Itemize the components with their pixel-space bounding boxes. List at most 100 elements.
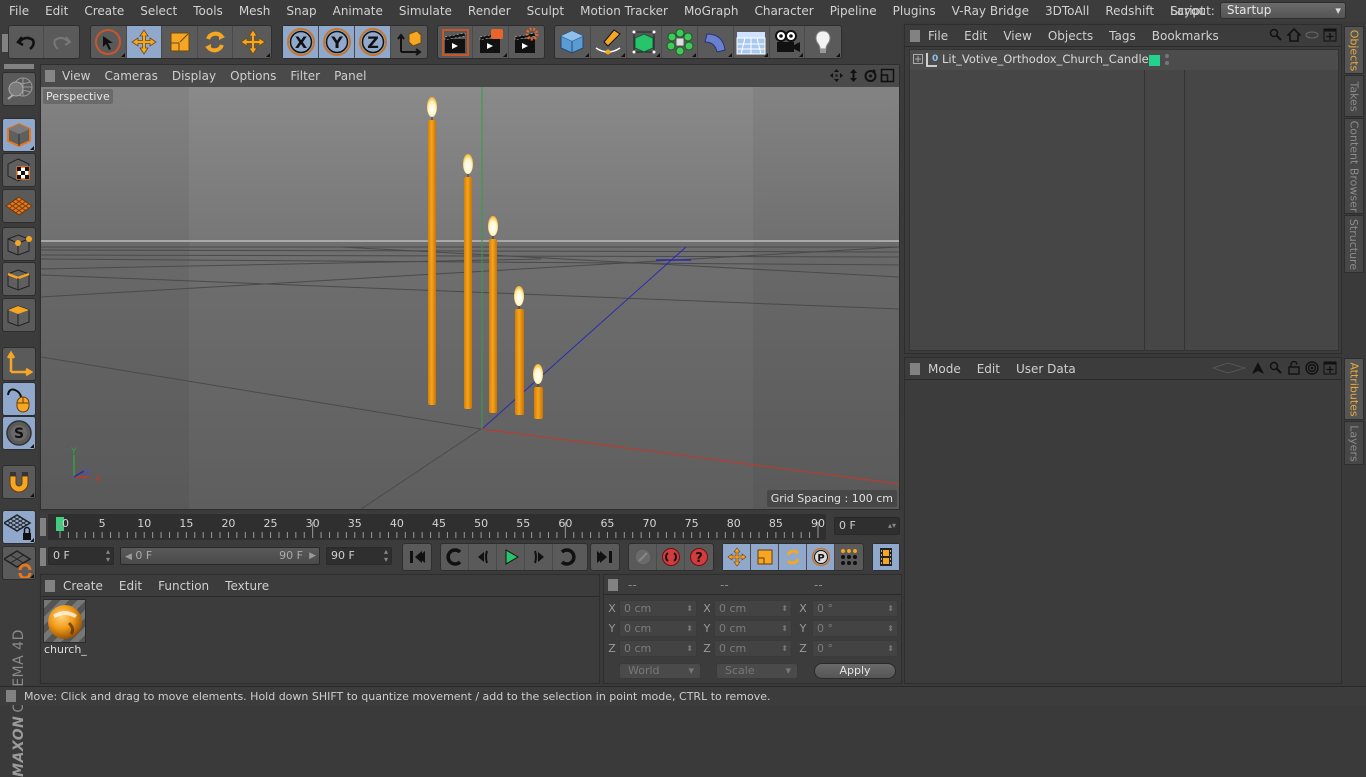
viewport-menu-filter[interactable]: Filter — [283, 69, 327, 83]
objects-menu-file[interactable]: File — [920, 29, 956, 43]
undo-button[interactable] — [9, 26, 45, 58]
render-settings-button[interactable] — [509, 26, 544, 58]
pan-view-icon[interactable] — [829, 68, 844, 83]
scale-key-button[interactable] — [751, 544, 779, 570]
size-y-field[interactable]: 0 cm ⬍ — [714, 620, 792, 637]
timeline-window-button[interactable] — [873, 544, 899, 570]
tab-objects[interactable]: Objects — [1344, 26, 1364, 74]
spinner-icon[interactable]: ⬍ — [887, 601, 894, 616]
next-key-button[interactable] — [553, 544, 581, 570]
new-panel-icon[interactable] — [1323, 28, 1337, 42]
expand-plus-icon[interactable] — [913, 54, 925, 66]
workplane-mode-button[interactable] — [2, 189, 36, 223]
viewport-menu-panel[interactable]: Panel — [327, 69, 373, 83]
palette-grip[interactable] — [4, 64, 34, 69]
viewport-menu-view[interactable]: View — [55, 69, 97, 83]
rotation-z-field[interactable]: 0 ° ⬍ — [812, 640, 898, 657]
snapping-button[interactable] — [2, 465, 36, 499]
menu-edit[interactable]: Edit — [37, 4, 76, 18]
render-view-button[interactable] — [438, 26, 474, 58]
up-arrow-icon[interactable] — [1251, 361, 1265, 375]
autokeying-button[interactable] — [657, 544, 685, 570]
zoom-view-icon[interactable] — [846, 68, 861, 83]
spinner-icon[interactable]: ⬍ — [887, 641, 894, 656]
menu-motion-tracker[interactable]: Motion Tracker — [572, 4, 676, 18]
maximize-view-icon[interactable] — [880, 68, 895, 83]
play-button[interactable] — [497, 544, 525, 570]
spinner-icon[interactable]: ⬍ — [887, 621, 894, 636]
previous-frame-button[interactable] — [469, 544, 497, 570]
parameter-key-button[interactable]: P — [807, 544, 835, 570]
material-menu-edit[interactable]: Edit — [111, 579, 150, 593]
menu-create[interactable]: Create — [76, 4, 132, 18]
search-icon[interactable] — [1269, 28, 1283, 42]
viewport-grip[interactable] — [45, 70, 55, 82]
camera-button[interactable] — [770, 26, 806, 58]
timeline-ruler[interactable]: 0 5 10 15 20 25 30 35 40 45 50 55 60 65 70 75 80 85 90 — [48, 514, 826, 540]
cube-button[interactable] — [555, 26, 591, 58]
coordinate-system-button[interactable] — [391, 26, 427, 58]
menu-tools[interactable]: Tools — [185, 4, 231, 18]
y-axis-lock-button[interactable]: Y — [319, 26, 355, 58]
viewport-canvas[interactable]: Y Z X Perspective Grid Spacing : 100 cm — [41, 87, 899, 509]
objects-menu-tags[interactable]: Tags — [1101, 29, 1144, 43]
menu-redshift[interactable]: Redshift — [1097, 4, 1162, 18]
viewport-menu-display[interactable]: Display — [165, 69, 223, 83]
record-active-button[interactable] — [629, 544, 657, 570]
attribute-manager-grip[interactable] — [910, 362, 920, 375]
spinner-icon[interactable]: ▴▾ — [888, 518, 896, 534]
attributes-menu-edit[interactable]: Edit — [969, 362, 1008, 376]
eye-icon[interactable] — [1305, 28, 1319, 42]
coordinates-grip[interactable] — [608, 578, 618, 591]
range-left-arrow-icon[interactable]: ◀ — [125, 552, 132, 562]
floor-button[interactable] — [734, 26, 770, 58]
menu-3dtoall[interactable]: 3DToAll — [1037, 4, 1097, 18]
current-frame-field[interactable]: 0 F ▴▾ — [834, 517, 900, 535]
previous-key-button[interactable] — [441, 544, 469, 570]
objects-menu-view[interactable]: View — [995, 29, 1039, 43]
goto-start-button[interactable] — [403, 544, 431, 570]
workplane-lock-button[interactable] — [2, 510, 36, 544]
viewport-menu-cameras[interactable]: Cameras — [97, 69, 164, 83]
frame-range-slider[interactable]: ◀ 0 F 90 F ▶ — [120, 547, 320, 565]
model-mode-button[interactable] — [2, 118, 36, 152]
target-icon[interactable] — [1305, 361, 1319, 375]
tab-structure[interactable]: Structure — [1344, 215, 1364, 273]
material-grip[interactable] — [45, 579, 55, 592]
texture-mode-button[interactable] — [2, 153, 36, 187]
candle[interactable] — [427, 97, 437, 405]
spinner-icon[interactable]: ▴▾ — [384, 548, 388, 564]
object-name[interactable]: Lit_Votive_Orthodox_Church_Candles — [942, 52, 1155, 66]
editor-visibility-dot[interactable] — [1165, 54, 1169, 58]
render-to-picture-viewer-button[interactable] — [473, 26, 509, 58]
point-level-animation-button[interactable] — [835, 544, 863, 570]
candle[interactable] — [463, 154, 473, 409]
status-grip[interactable] — [6, 690, 16, 702]
rotation-y-field[interactable]: 0 ° ⬍ — [812, 620, 898, 637]
new-panel-icon[interactable] — [1323, 361, 1337, 375]
objects-menu-edit[interactable]: Edit — [956, 29, 995, 43]
keyframe-selection-button[interactable]: ? — [685, 544, 713, 570]
navigation-arrows-icon[interactable] — [1211, 361, 1247, 375]
light-button[interactable] — [805, 26, 841, 58]
layer-color-swatch[interactable] — [1149, 55, 1160, 66]
rotate-tool-button[interactable] — [198, 26, 234, 58]
bend-deformer-button[interactable] — [698, 26, 734, 58]
tab-content-browser[interactable]: Content Browser — [1344, 118, 1364, 214]
menu-file[interactable]: File — [0, 4, 37, 18]
spinner-icon[interactable]: ⬍ — [781, 641, 788, 656]
coordinate-mode-dropdown[interactable]: World — [619, 663, 701, 679]
spinner-icon[interactable]: ⬍ — [781, 621, 788, 636]
attributes-menu-mode[interactable]: Mode — [920, 362, 969, 376]
tab-layers[interactable]: Layers — [1344, 421, 1364, 465]
end-frame-field[interactable]: 90 F ▴ ▾ — [326, 547, 392, 565]
tab-attributes[interactable]: Attributes — [1344, 358, 1364, 420]
size-z-field[interactable]: 0 cm ⬍ — [714, 640, 792, 657]
material-menu-texture[interactable]: Texture — [217, 579, 277, 593]
menu-sculpt[interactable]: Sculpt — [519, 4, 572, 18]
cloner-button[interactable] — [662, 26, 698, 58]
material-menu-create[interactable]: Create — [55, 579, 111, 593]
camera-label[interactable]: Perspective — [43, 89, 113, 104]
home-icon[interactable] — [1287, 28, 1301, 42]
next-frame-button[interactable] — [525, 544, 553, 570]
